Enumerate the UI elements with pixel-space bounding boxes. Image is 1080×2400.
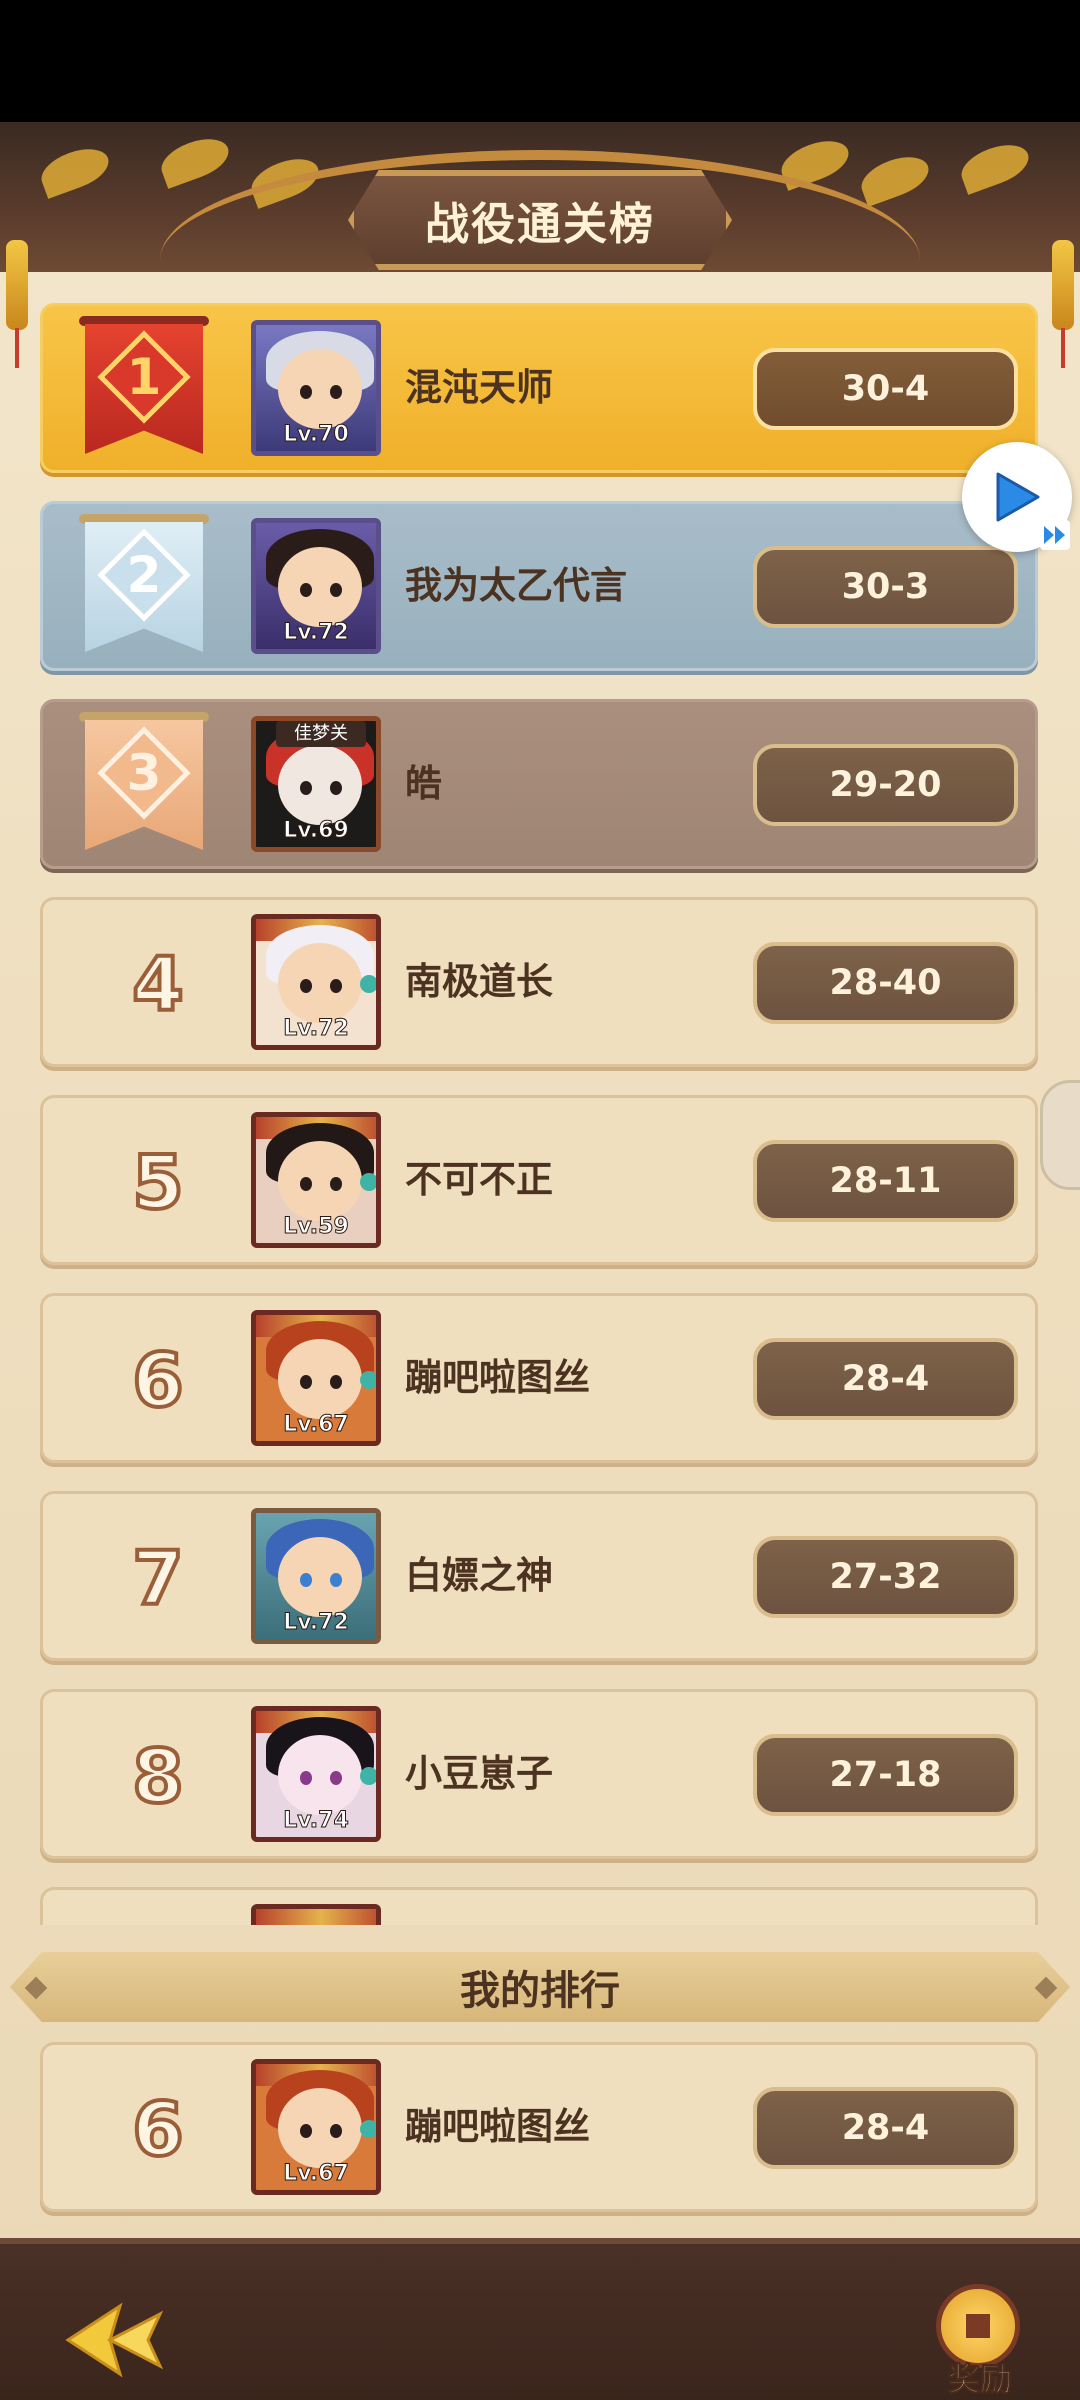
rank-number: 1: [126, 348, 162, 406]
play-icon: [996, 472, 1040, 522]
ginkgo-leaf-icon: [855, 149, 935, 207]
player-level: Lv.67: [283, 1412, 350, 1438]
player-avatar[interactable]: Lv.72: [251, 1508, 381, 1644]
ranking-row-2[interactable]: 2 Lv.72 我为太乙代言 30-3: [40, 501, 1038, 671]
rank-number: 8: [130, 1732, 186, 1822]
stage-progress: 28-4: [753, 1338, 1018, 1420]
stage-progress: 28-4: [753, 2087, 1018, 2169]
player-name: 皓: [405, 762, 442, 805]
ranking-row-4[interactable]: 4 Lv.72 南极道长 28-40: [40, 897, 1038, 1067]
stage-progress: 27-18: [753, 1734, 1018, 1816]
player-name: 蹦吧啦图丝: [405, 1356, 590, 1399]
ginkgo-leaf-icon: [955, 137, 1035, 195]
player-avatar[interactable]: Lv.59: [251, 1112, 381, 1248]
side-panel-tab[interactable]: [1040, 1080, 1080, 1190]
ranking-list[interactable]: 1 Lv.70 混沌天师 30-4 2 Lv.72 我为太乙代言 30-3 3 …: [0, 295, 1080, 1925]
my-rank-row[interactable]: 6 Lv.67 蹦吧啦图丝 28-4: [40, 2042, 1038, 2212]
player-level: Lv.67: [283, 2161, 350, 2187]
ranking-row-8[interactable]: 8 Lv.74 小豆崽子 27-18: [40, 1689, 1038, 1859]
player-level: Lv.59: [283, 1214, 350, 1240]
ranking-row-6[interactable]: 6 Lv.67 蹦吧啦图丝 28-4: [40, 1293, 1038, 1463]
diamond-ornament-icon: [24, 1976, 48, 2000]
player-level: Lv.70: [283, 422, 350, 448]
ranking-row-5[interactable]: 5 Lv.59 不可不正 28-11: [40, 1095, 1038, 1265]
guild-tag: 佳梦关: [276, 721, 366, 747]
stage-progress: 30-3: [753, 546, 1018, 628]
page-title-plate: 战役通关榜: [348, 170, 732, 270]
player-level: Lv.72: [283, 1016, 350, 1042]
stage-progress: 28-40: [753, 942, 1018, 1024]
rank-number: 2: [126, 546, 162, 604]
ranking-row-1[interactable]: 1 Lv.70 混沌天师 30-4: [40, 303, 1038, 473]
back-arrow-icon: [65, 2302, 164, 2378]
rank-number: 7: [130, 1534, 186, 1624]
reward-button[interactable]: 奖励: [920, 2276, 1040, 2399]
player-name: 白嫖之神: [405, 1554, 553, 1597]
rank-number: 6: [130, 2085, 186, 2175]
player-avatar[interactable]: Lv.67: [251, 1310, 381, 1446]
rank-badge-bronze: 3: [79, 712, 209, 852]
back-button[interactable]: [60, 2300, 170, 2380]
player-avatar[interactable]: Lv.67: [251, 2059, 381, 2195]
fast-forward-icon[interactable]: [1040, 520, 1070, 550]
rank-number: 3: [126, 744, 162, 802]
ranking-row-partial[interactable]: [40, 1887, 1038, 1925]
player-avatar[interactable]: [251, 1904, 381, 1925]
player-avatar[interactable]: Lv.72: [251, 518, 381, 654]
player-avatar[interactable]: Lv.74: [251, 1706, 381, 1842]
ranking-row-7[interactable]: 7 Lv.72 白嫖之神 27-32: [40, 1491, 1038, 1661]
status-bar: [0, 0, 1080, 122]
player-level: Lv.69: [283, 818, 350, 844]
reward-label: 奖励: [947, 2360, 1012, 2399]
stage-progress: 28-11: [753, 1140, 1018, 1222]
stage-progress: 30-4: [753, 348, 1018, 430]
rank-number: 4: [130, 940, 186, 1030]
stage-progress: 29-20: [753, 744, 1018, 826]
player-name: 混沌天师: [405, 366, 553, 409]
player-name: 蹦吧啦图丝: [405, 2105, 590, 2148]
diamond-ornament-icon: [1034, 1976, 1058, 2000]
my-rank-label: 我的排行: [460, 1968, 620, 2014]
player-name: 南极道长: [405, 960, 553, 1003]
page-title: 战役通关榜: [425, 199, 655, 250]
player-level: Lv.74: [283, 1808, 350, 1834]
bottom-bar: 奖励: [0, 2238, 1080, 2400]
player-avatar[interactable]: 佳梦关 Lv.69: [251, 716, 381, 852]
rank-number: 5: [130, 1138, 186, 1228]
my-rank-header: 我的排行: [10, 1952, 1070, 2022]
player-avatar[interactable]: Lv.70: [251, 320, 381, 456]
player-level: Lv.72: [283, 1610, 350, 1636]
rank-badge-gold: 1: [79, 316, 209, 456]
player-name: 我为太乙代言: [405, 564, 627, 607]
player-name: 小豆崽子: [405, 1752, 553, 1795]
player-avatar[interactable]: Lv.72: [251, 914, 381, 1050]
rank-number: 6: [130, 1336, 186, 1426]
player-level: Lv.72: [283, 620, 350, 646]
player-name: 不可不正: [405, 1158, 553, 1201]
ginkgo-leaf-icon: [35, 141, 115, 199]
rank-badge-silver: 2: [79, 514, 209, 654]
ranking-row-3[interactable]: 3 佳梦关 Lv.69 皓 29-20: [40, 699, 1038, 869]
stage-progress: 27-32: [753, 1536, 1018, 1618]
ginkgo-leaf-icon: [155, 131, 235, 189]
